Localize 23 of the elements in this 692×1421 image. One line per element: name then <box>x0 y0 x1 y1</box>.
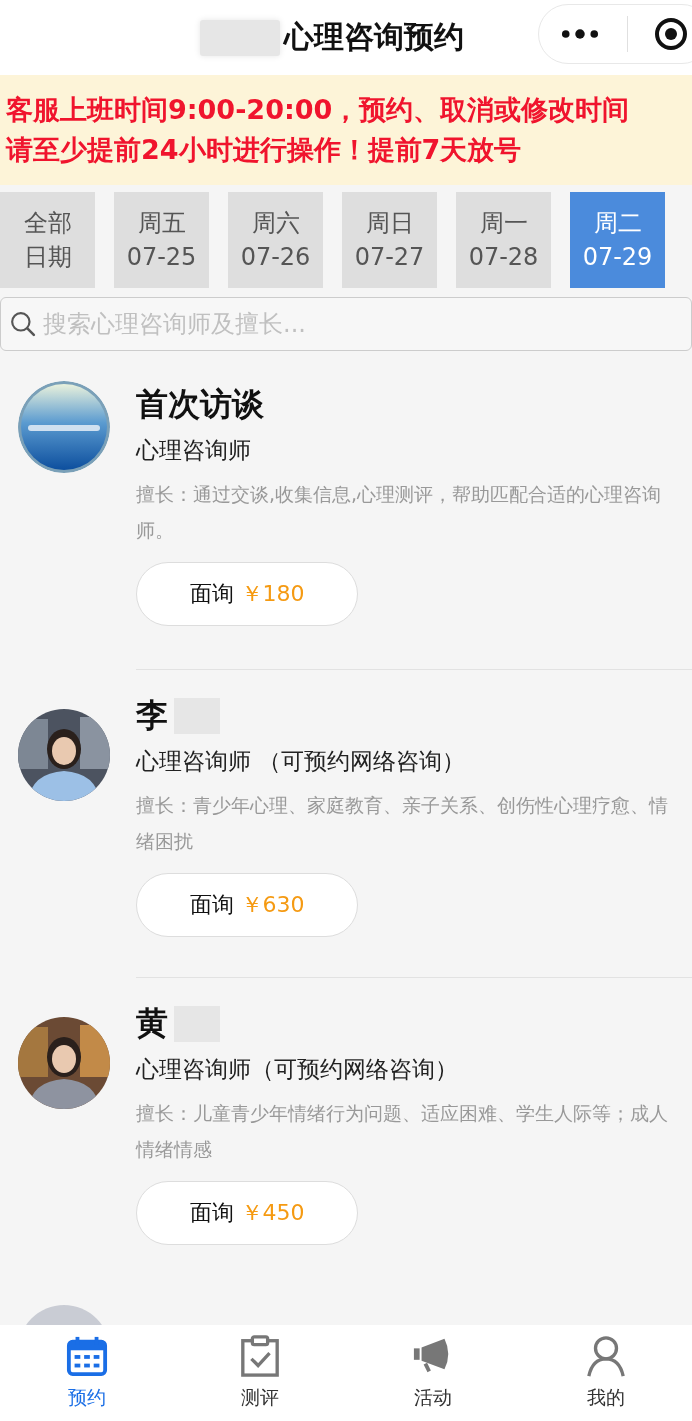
counselor-role: 心理咨询师 <box>136 436 251 465</box>
notice-text: 客服上班时间9:00-20:00，预约、取消或修改时间 <box>6 93 631 127</box>
date-tab[interactable]: 周一 07-28 <box>456 192 551 288</box>
specialty-text: 擅长：通过交谈,收集信息,心理测评，帮助匹配合适的心理咨询师。 <box>136 482 663 543</box>
tab-bar-item[interactable]: 我的 <box>519 1325 692 1421</box>
counselor-role: 心理咨询师 （可预约网络咨询） <box>136 747 466 776</box>
date-tab[interactable]: 周六 07-26 <box>228 192 323 288</box>
page-title: 心理咨询预约 <box>284 18 464 56</box>
consult-button[interactable]: 面询 ￥180 <box>136 562 358 626</box>
date-tab[interactable]: 周五 07-25 <box>114 192 209 288</box>
tab-bar-item[interactable]: 活动 <box>346 1325 519 1421</box>
specialty-text: 擅长：青少年心理、家庭教育、亲子关系、创伤性心理疗愈、情绪困扰 <box>136 793 669 854</box>
tab-bar-item[interactable]: 测评 <box>173 1325 346 1421</box>
counselor-role: 心理咨询师（可预约网络咨询） <box>136 1055 458 1084</box>
consult-button[interactable]: 面询 ￥630 <box>136 873 358 937</box>
specialty-text: 擅长：儿童青少年情绪行为问题、适应困难、学生人际等；成人情绪情感 <box>136 1101 669 1162</box>
tab-bar-item[interactable]: 预约 <box>0 1325 173 1421</box>
notice-text: 请至少提前24小时进行操作！提前7天放号 <box>6 133 523 167</box>
date-tab[interactable]: 周日 07-27 <box>342 192 437 288</box>
date-tab[interactable]: 全部 日期 <box>0 192 95 288</box>
consult-button[interactable]: 面询 ￥450 <box>136 1181 358 1245</box>
counselor-name: 首次访谈 <box>136 384 264 425</box>
date-tab[interactable]: 周二 07-29 <box>570 192 665 288</box>
